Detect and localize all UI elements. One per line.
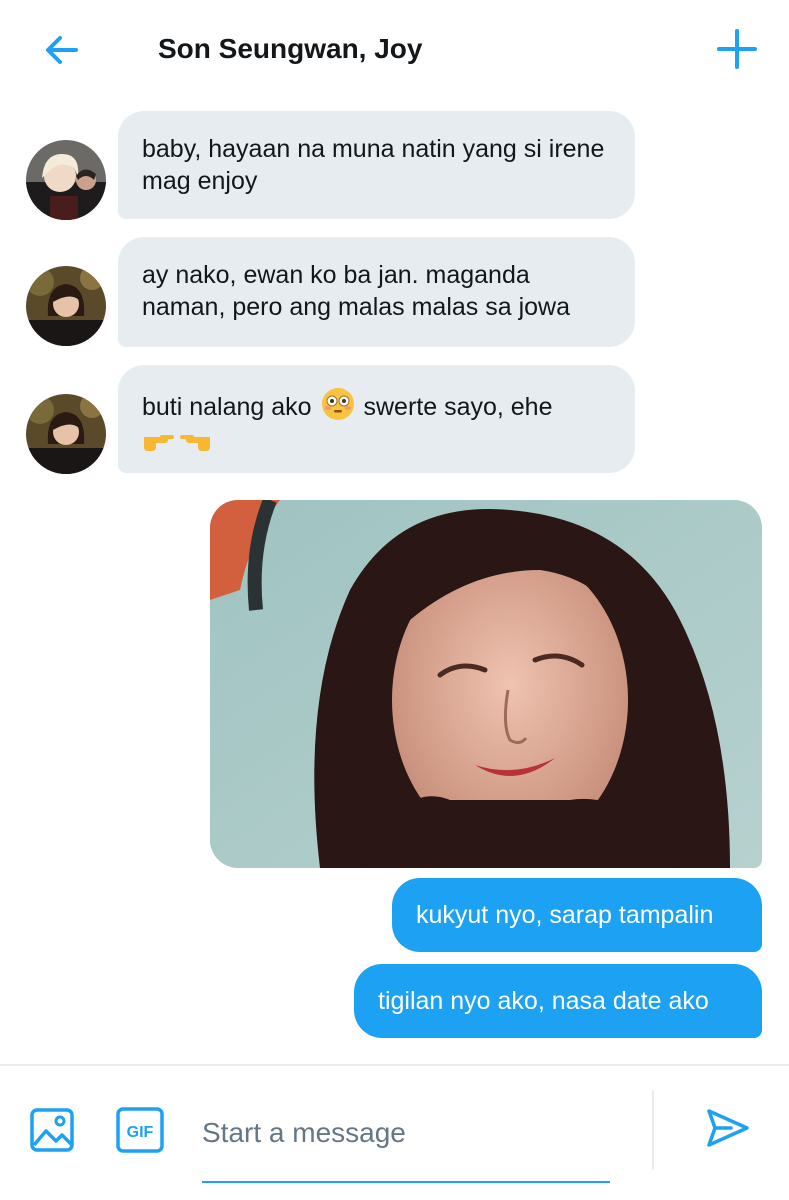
add-photo-button[interactable] xyxy=(28,1106,76,1154)
plus-icon xyxy=(717,29,757,69)
shared-image[interactable] xyxy=(210,500,762,868)
message-text: swerte sayo, ehe xyxy=(363,393,553,421)
photo-content xyxy=(210,500,762,868)
message-bubble-incoming[interactable]: buti nalang ako swerte sayo, ehe xyxy=(118,365,635,473)
message-text: buti nalang ako xyxy=(142,393,312,421)
avatar-image xyxy=(26,394,106,474)
back-button[interactable] xyxy=(38,26,86,74)
message-bubble-incoming[interactable]: ay nako, ewan ko ba jan. maganda naman, … xyxy=(118,237,635,347)
send-button[interactable] xyxy=(700,1100,756,1156)
conversation-title: Son Seungwan, Joy xyxy=(158,33,423,64)
image-icon xyxy=(30,1108,74,1152)
message-bubble-outgoing[interactable]: tigilan nyo ako, nasa date ako xyxy=(354,964,762,1038)
flushed-face-emoji xyxy=(321,388,354,420)
message-text: kukyut nyo, sarap tampalin xyxy=(416,901,714,929)
composer-divider xyxy=(652,1090,654,1170)
avatar-image xyxy=(26,266,106,346)
message-text: tigilan nyo ako, nasa date ako xyxy=(378,987,709,1015)
avatar[interactable] xyxy=(26,266,106,346)
add-participant-button[interactable] xyxy=(712,24,762,74)
input-underline xyxy=(202,1181,610,1183)
message-bubble-incoming[interactable]: baby, hayaan na muna natin yang si irene… xyxy=(118,111,635,219)
message-composer: GIF xyxy=(0,1064,789,1200)
send-icon xyxy=(707,1109,749,1147)
gif-icon: GIF xyxy=(116,1107,164,1153)
avatar-image xyxy=(26,140,106,220)
arrow-left-icon xyxy=(46,36,78,64)
message-bubble-outgoing[interactable]: kukyut nyo, sarap tampalin xyxy=(392,878,762,952)
pointing-fingers-emoji xyxy=(144,435,210,451)
avatar[interactable] xyxy=(26,394,106,474)
message-text: ay nako, ewan ko ba jan. maganda naman, … xyxy=(142,261,571,321)
conversation-header: Son Seungwan, Joy xyxy=(0,0,789,98)
gif-label: GIF xyxy=(127,1124,154,1141)
message-text: baby, hayaan na muna natin yang si irene… xyxy=(142,135,605,195)
message-input[interactable] xyxy=(202,1110,608,1156)
add-gif-button[interactable]: GIF xyxy=(116,1106,164,1154)
avatar[interactable] xyxy=(26,140,106,220)
